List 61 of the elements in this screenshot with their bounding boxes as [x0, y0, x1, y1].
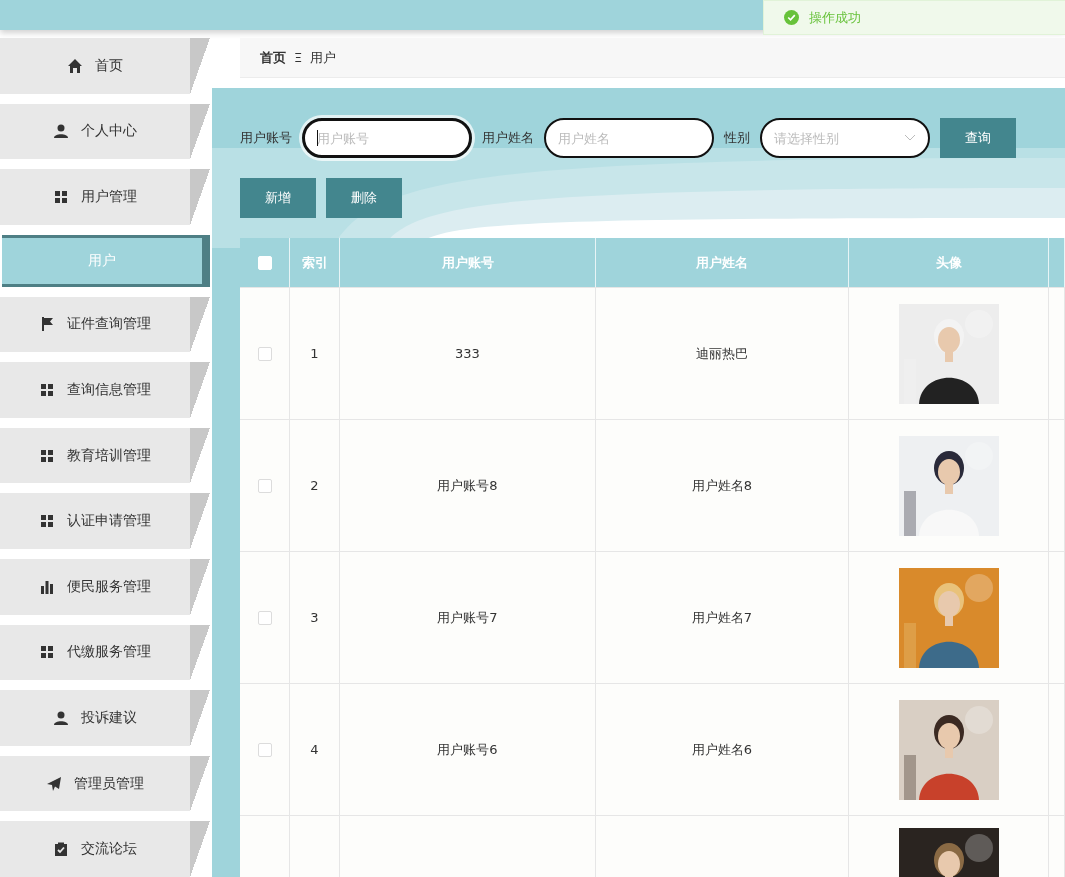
sidebar-item[interactable]: 管理员管理 [0, 755, 210, 812]
grid-icon [39, 513, 55, 530]
row-checkbox[interactable] [257, 346, 272, 361]
sidebar-item[interactable]: 教育培训管理 [0, 427, 210, 484]
search-field[interactable]: 用户姓名 [544, 118, 714, 158]
table-cell: 333 [455, 346, 480, 361]
grid-icon [39, 381, 55, 398]
text-cursor [317, 130, 318, 146]
sidebar-item[interactable]: 投诉建议 [0, 690, 210, 746]
field-label: 用户姓名 [482, 129, 534, 147]
search-button[interactable]: 查询 [940, 118, 1016, 158]
search-field[interactable]: 用户账号 [302, 118, 472, 158]
column-header: 用户姓名 [696, 253, 748, 272]
breadcrumb-current: 用户 [310, 48, 337, 67]
field-label: 性别 [724, 129, 750, 147]
table-cell: 2 [310, 478, 319, 493]
toast-message: 操作成功 [809, 8, 861, 27]
sidebar-item[interactable]: 代缴服务管理 [0, 624, 210, 681]
sidebar-item[interactable]: 个人中心 [0, 103, 210, 160]
sidebar-item[interactable]: 认证申请管理 [0, 493, 210, 549]
add-button[interactable]: 新增 [240, 178, 316, 218]
table-cell: 3 [310, 610, 319, 625]
flag-icon [39, 316, 55, 333]
user-icon [53, 123, 69, 140]
select-all-checkbox[interactable] [257, 255, 272, 270]
field-label: 用户账号 [240, 129, 292, 147]
sidebar-item[interactable]: 用户管理 [0, 169, 210, 225]
column-header: 用户账号 [441, 253, 494, 272]
row-checkbox[interactable] [257, 478, 272, 493]
table-cell: 迪丽热巴 [696, 344, 748, 363]
table-cell: 用户账号8 [437, 476, 498, 495]
grid-icon [39, 644, 55, 661]
user-icon [53, 709, 69, 726]
sidebar-item[interactable]: 查询信息管理 [0, 362, 210, 418]
table-cell: 用户姓名6 [691, 740, 753, 759]
row-checkbox[interactable] [257, 742, 272, 757]
check-circle-icon [784, 10, 799, 25]
table-cell: 1 [310, 346, 319, 361]
table-cell: 用户姓名8 [691, 476, 753, 495]
sidebar-item[interactable]: 便民服务管理 [0, 558, 210, 615]
breadcrumb-link[interactable]: 首页 [260, 48, 286, 67]
sidebar-item[interactable]: 证件查询管理 [0, 296, 210, 353]
bar-chart-icon [39, 578, 55, 595]
grid-icon [53, 189, 69, 205]
table-cell: 4 [310, 742, 319, 757]
table-cell: 用户姓名7 [691, 608, 753, 627]
sidebar-item[interactable]: 首页 [0, 38, 210, 94]
column-header: 索引 [301, 253, 328, 272]
table-cell: 用户账号6 [437, 740, 498, 759]
table-cell: 用户账号7 [437, 608, 498, 627]
grid-icon [39, 447, 55, 464]
gender-select[interactable]: 请选择性别 [760, 118, 930, 158]
clipboard-check-icon [53, 841, 69, 858]
paper-plane-icon [46, 775, 62, 792]
breadcrumb-separator: Ξ [294, 50, 303, 65]
row-checkbox[interactable] [257, 610, 272, 625]
chevron-down-icon [904, 134, 916, 142]
delete-button[interactable]: 删除 [326, 178, 402, 218]
column-header: 头像 [935, 253, 962, 272]
home-icon [67, 57, 83, 74]
sidebar-item[interactable]: 交流论坛 [0, 821, 210, 877]
